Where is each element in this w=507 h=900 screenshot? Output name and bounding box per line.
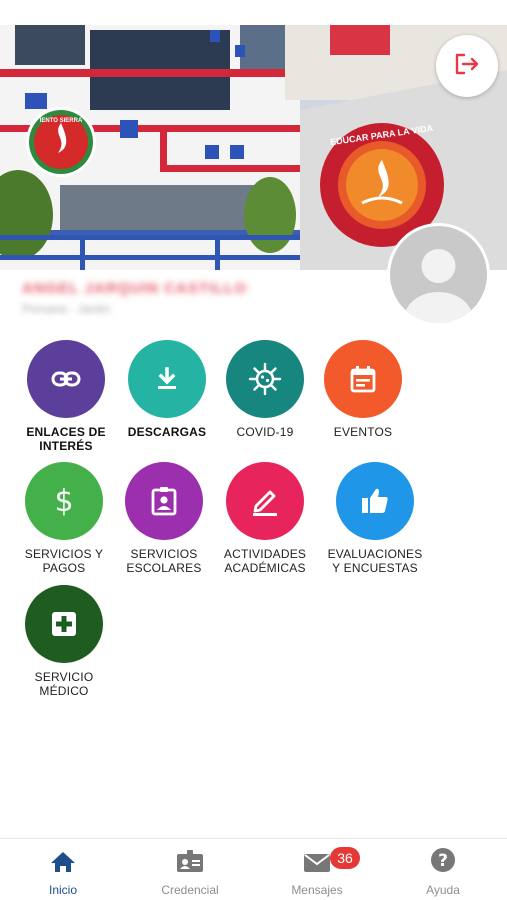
thumbs-up-icon xyxy=(336,462,414,540)
tile-label: ENLACES DE INTERÉS xyxy=(26,425,106,453)
help-icon: ? xyxy=(380,839,506,873)
nav-label: Credencial xyxy=(161,883,219,897)
tile-descargas[interactable]: DESCARGAS xyxy=(117,340,217,439)
home-icon xyxy=(0,839,126,873)
unread-badge: 36 xyxy=(330,847,360,869)
nav-item-ayuda[interactable]: ? Ayuda xyxy=(380,839,506,900)
medical-plus-icon xyxy=(25,585,103,663)
pencil-icon xyxy=(226,462,304,540)
virus-icon xyxy=(226,340,304,418)
id-badge-icon xyxy=(125,462,203,540)
svg-text:IENTO SIERRA: IENTO SIERRA xyxy=(40,118,83,124)
tile-evaluaciones-y-encuestas[interactable]: EVALUACIONES Y ENCUESTAS xyxy=(325,462,425,575)
nav-item-mensajes[interactable]: 36 Mensajes xyxy=(254,839,380,900)
logout-button[interactable] xyxy=(436,35,498,97)
id-card-icon xyxy=(127,839,253,873)
dollar-icon: $ xyxy=(25,462,103,540)
tile-actividades-academicas[interactable]: ACTIVIDADES ACADÉMICAS xyxy=(215,462,315,575)
tile-label: ACTIVIDADES ACADÉMICAS xyxy=(223,547,307,575)
link-icon xyxy=(27,340,105,418)
nav-item-inicio[interactable]: Inicio xyxy=(0,839,126,900)
svg-text:?: ? xyxy=(438,851,448,871)
tile-enlaces-de-interes[interactable]: ENLACES DE INTERÉS xyxy=(16,340,116,453)
mail-icon xyxy=(254,839,380,873)
tile-label: DESCARGAS xyxy=(127,425,207,439)
student-level: Primaria - Jardín xyxy=(22,302,111,316)
download-icon xyxy=(128,340,206,418)
tile-servicio-medico[interactable]: SERVICIO MÉDICO xyxy=(14,585,114,698)
calendar-icon xyxy=(324,340,402,418)
tile-label: SERVICIO MÉDICO xyxy=(34,670,94,698)
tile-label: COVID-19 xyxy=(236,425,294,439)
nav-label: Inicio xyxy=(48,883,77,897)
tile-label: SERVICIOS Y PAGOS xyxy=(24,547,104,575)
nav-label: Ayuda xyxy=(426,883,460,897)
tile-label: EVALUACIONES Y ENCUESTAS xyxy=(327,547,423,575)
student-name: ANGEL JARQUIN CASTILLO xyxy=(22,280,248,297)
bottom-nav: Inicio Credencial 36 Mensajes ? Ayuda xyxy=(0,838,507,900)
tile-label: SERVICIOS ESCOLARES xyxy=(126,547,202,575)
tile-label: EVENTOS xyxy=(333,425,393,439)
nav-item-credencial[interactable]: Credencial xyxy=(127,839,253,900)
nav-label: Mensajes xyxy=(291,883,343,897)
tile-covid-19[interactable]: COVID-19 xyxy=(215,340,315,439)
tile-eventos[interactable]: EVENTOS xyxy=(313,340,413,439)
avatar[interactable] xyxy=(390,226,487,323)
tile-servicios-escolares[interactable]: SERVICIOS ESCOLARES xyxy=(114,462,214,575)
tile-servicios-y-pagos[interactable]: $ SERVICIOS Y PAGOS xyxy=(14,462,114,575)
logout-icon xyxy=(454,53,480,80)
